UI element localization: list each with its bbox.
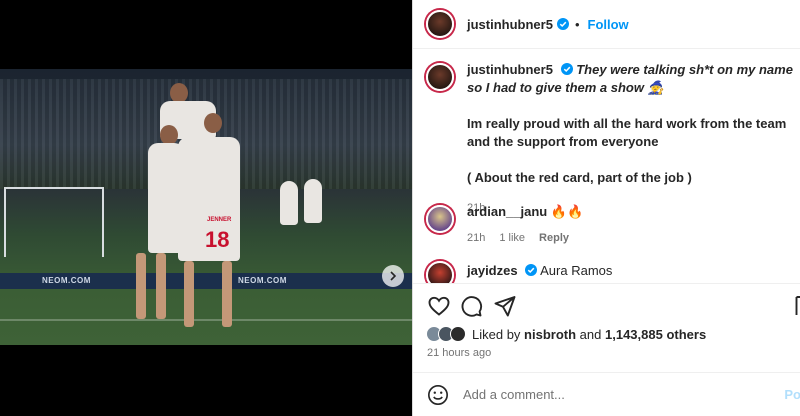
comment-text: Aura Ramos [540,263,613,278]
likes-joiner: and [579,326,602,342]
avatar[interactable] [426,10,454,38]
caption-paragraph: ( About the red card, part of the job ) [467,170,692,185]
background-player [280,181,298,225]
pitch-line [0,319,412,321]
player-head [160,125,178,145]
save-icon[interactable] [795,294,800,318]
heart-icon[interactable] [427,294,451,318]
ad-board: NEOM.COM NEOM.COM [0,273,412,289]
emoji-icon[interactable] [427,384,449,406]
verified-badge-icon [560,63,573,75]
likes-prefix: Liked by [472,326,521,342]
avatar[interactable] [426,261,454,283]
comment-meta: 21h 1 like Reply [467,229,797,247]
shirt-name: JENNER [207,217,232,223]
likes-summary: Liked by nisbroth and 1,143,885 others [426,326,706,342]
background-player [304,179,322,223]
next-photo-button[interactable] [382,265,404,287]
comment-time: 21h [467,232,486,244]
comment-text: 🔥🔥 [550,204,584,219]
goal-frame [4,187,104,257]
separator-dot: • [574,16,580,32]
comment-composer: Po [413,372,800,416]
post-comment-button[interactable]: Po [784,387,800,402]
action-bar [413,283,800,327]
shirt-number: 18 [205,227,230,252]
comment-username[interactable]: jayidzes [467,263,518,278]
verified-badge-icon [525,264,538,276]
avatar[interactable] [426,63,454,91]
comment-item: ardian__janu 🔥🔥 21h 1 like Reply [426,203,797,247]
caption-comment: justinhubner5 They were talking sh*t on … [426,61,797,217]
avatar[interactable] [426,205,454,233]
follow-button[interactable]: Follow [588,17,629,32]
post-photo: NEOM.COM NEOM.COM JENNER 18 [0,69,412,345]
author-username[interactable]: justinhubner5 [467,17,553,32]
likes-user[interactable]: nisbroth [524,327,576,342]
comment-username[interactable]: justinhubner5 [467,62,553,77]
player-legs [222,261,232,327]
media-pane: NEOM.COM NEOM.COM JENNER 18 [0,0,412,416]
board-text-left: NEOM.COM [42,276,91,285]
caption-paragraph: Im really proud with all the hard work f… [467,116,787,149]
share-icon[interactable] [493,294,517,318]
comment-icon[interactable] [459,294,483,318]
player-legs [184,261,194,327]
verified-badge-icon [556,18,569,30]
board-text-right: NEOM.COM [238,276,287,285]
likes-count[interactable]: 1,143,885 others [605,327,706,342]
reply-button[interactable]: Reply [539,232,569,244]
player-head [170,83,188,103]
comment-like-count[interactable]: 1 like [499,232,525,244]
post-details-panel: justinhubner5 • Follow justinhubner5 The… [412,0,800,416]
player-legs [156,253,166,319]
player-legs [136,253,146,319]
post-timestamp[interactable]: 21 hours ago [427,347,491,359]
liker-avatar [450,326,466,342]
comment-item: jayidzes Aura Ramos [426,259,797,283]
comment-username[interactable]: ardian__janu [467,204,547,219]
post-header: justinhubner5 • Follow [413,0,800,49]
comments-list[interactable]: justinhubner5 They were talking sh*t on … [413,49,800,283]
comment-input[interactable] [463,387,773,402]
player-head [204,113,222,133]
chevron-right-icon [390,271,397,281]
